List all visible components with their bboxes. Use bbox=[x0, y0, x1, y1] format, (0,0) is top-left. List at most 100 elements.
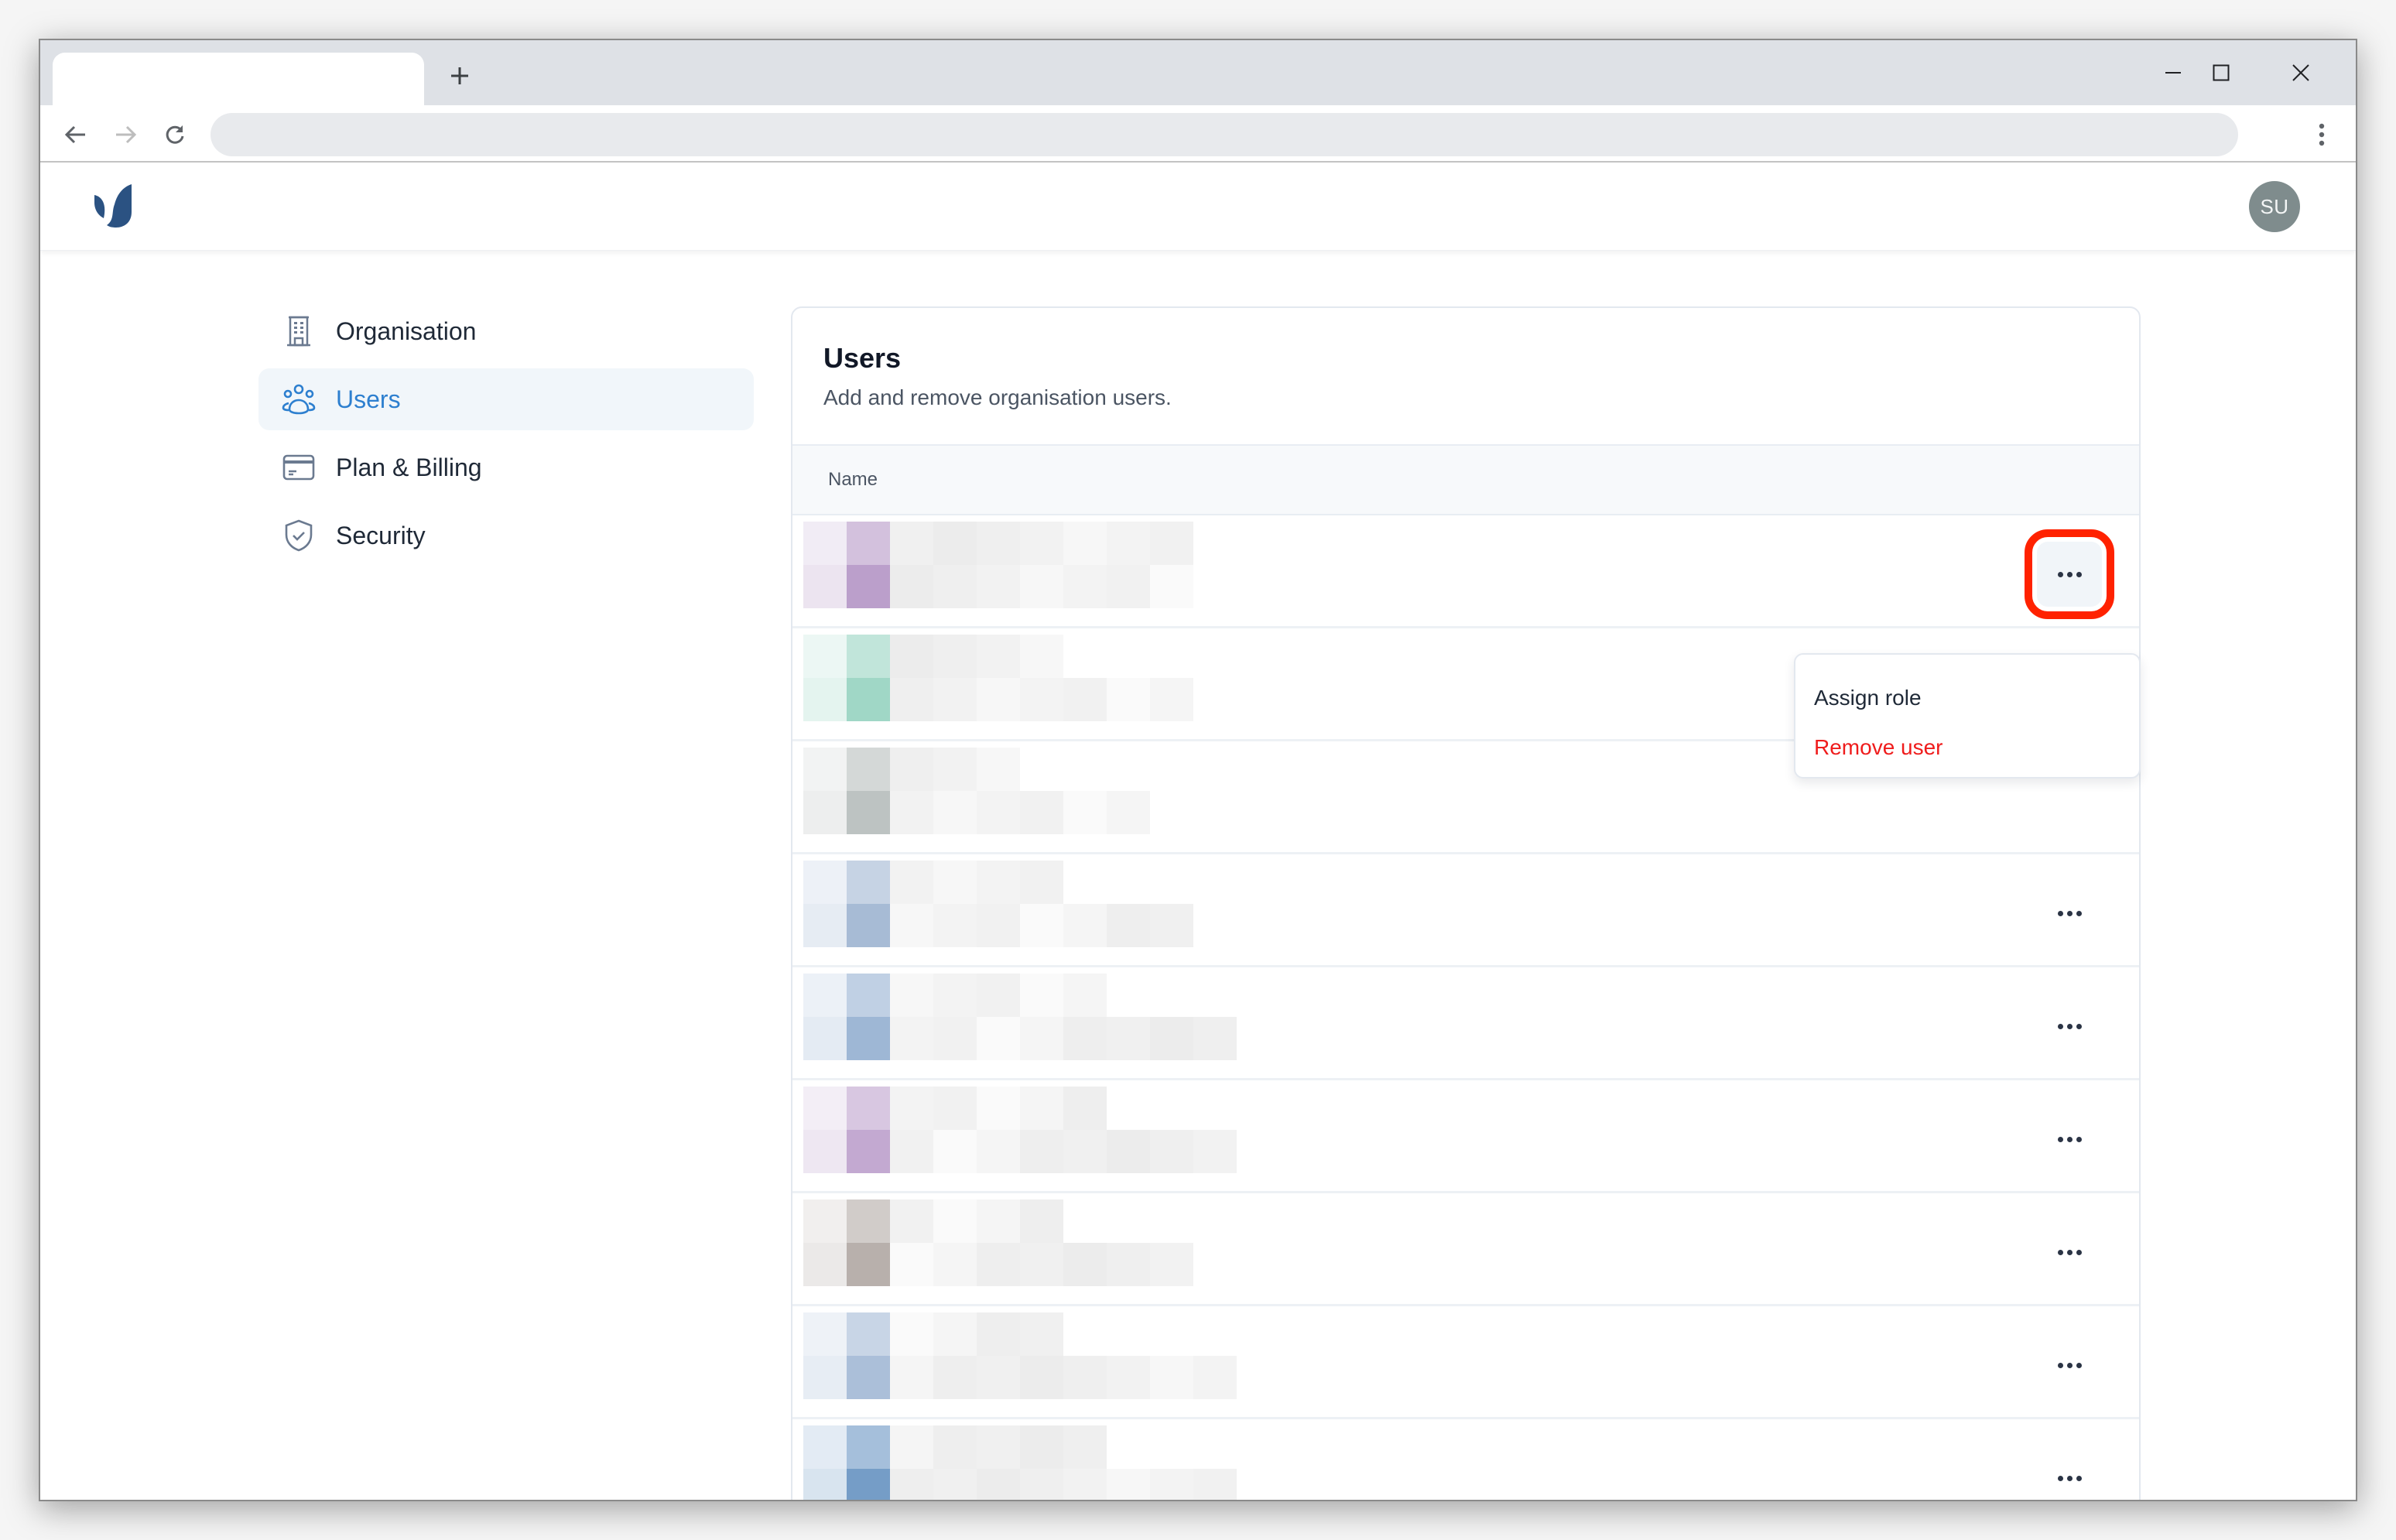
avatar-pixel bbox=[847, 1017, 890, 1060]
avatar-pixel bbox=[847, 1425, 890, 1469]
name-pixel bbox=[933, 1130, 977, 1173]
avatar-pixel bbox=[803, 635, 847, 678]
back-button[interactable] bbox=[57, 116, 94, 153]
avatar-pixel bbox=[803, 1199, 847, 1243]
name-pixel bbox=[933, 1243, 977, 1286]
empty-pixel bbox=[1107, 748, 1150, 791]
name-pixel bbox=[933, 1356, 977, 1399]
reload-button[interactable] bbox=[156, 116, 193, 153]
row-actions-button[interactable] bbox=[2037, 1333, 2102, 1398]
avatar-pixel bbox=[847, 1312, 890, 1356]
dot bbox=[2076, 1136, 2082, 1142]
name-pixel bbox=[1150, 565, 1193, 608]
name-pixel bbox=[890, 1243, 933, 1286]
table-row bbox=[792, 1306, 2139, 1419]
redacted-user-name bbox=[803, 974, 1237, 1060]
name-pixel bbox=[933, 1425, 977, 1469]
row-actions-button[interactable] bbox=[2037, 881, 2102, 946]
row-actions-button[interactable] bbox=[2037, 1220, 2102, 1285]
minimize-icon bbox=[2165, 72, 2181, 74]
avatar-pixel bbox=[803, 1469, 847, 1500]
name-pixel bbox=[933, 791, 977, 834]
sidebar-item-users[interactable]: Users bbox=[258, 368, 754, 430]
avatar-initials: SU bbox=[2260, 194, 2289, 218]
avatar-pixel bbox=[847, 1356, 890, 1399]
maximize-icon bbox=[2213, 64, 2230, 81]
empty-pixel bbox=[1193, 861, 1237, 904]
brand-logo[interactable] bbox=[91, 181, 138, 231]
redacted-user-name bbox=[803, 522, 1237, 608]
avatar-pixel bbox=[847, 1130, 890, 1173]
avatar-pixel bbox=[803, 565, 847, 608]
page-title: Users bbox=[823, 342, 902, 374]
empty-pixel bbox=[1193, 974, 1237, 1017]
arrow-right-icon bbox=[116, 125, 137, 144]
empty-pixel bbox=[1107, 974, 1150, 1017]
name-pixel bbox=[1063, 1130, 1107, 1173]
dot bbox=[2057, 571, 2063, 577]
user-avatar[interactable]: SU bbox=[2249, 181, 2300, 232]
row-actions-button[interactable] bbox=[2037, 994, 2102, 1059]
name-pixel bbox=[1107, 1356, 1150, 1399]
name-pixel bbox=[933, 748, 977, 791]
dot bbox=[2066, 1362, 2073, 1368]
name-pixel bbox=[1063, 1087, 1107, 1130]
new-tab-button[interactable] bbox=[441, 57, 478, 94]
dot bbox=[2057, 1136, 2063, 1142]
name-pixel bbox=[1107, 522, 1150, 565]
row-actions-button-open[interactable] bbox=[2025, 529, 2114, 619]
empty-pixel bbox=[1063, 861, 1107, 904]
dot bbox=[2057, 1362, 2063, 1368]
name-pixel bbox=[890, 1199, 933, 1243]
name-pixel bbox=[890, 522, 933, 565]
name-pixel bbox=[977, 635, 1020, 678]
name-pixel bbox=[1107, 1243, 1150, 1286]
users-card: Users Add and remove organisation users.… bbox=[791, 306, 2141, 1500]
dot bbox=[2066, 1249, 2073, 1255]
name-pixel bbox=[1063, 904, 1107, 947]
browser-menu-button[interactable] bbox=[2303, 116, 2340, 153]
name-pixel bbox=[890, 791, 933, 834]
avatar-pixel bbox=[803, 1017, 847, 1060]
address-bar[interactable] bbox=[211, 113, 2238, 156]
name-pixel bbox=[1150, 1243, 1193, 1286]
name-pixel bbox=[890, 904, 933, 947]
sidebar-item-organisation[interactable]: Organisation bbox=[258, 300, 754, 362]
more-horizontal-icon bbox=[2057, 1023, 2082, 1029]
close-window-button[interactable] bbox=[2274, 40, 2328, 105]
empty-pixel bbox=[1193, 1425, 1237, 1469]
browser-tab-active[interactable] bbox=[53, 53, 424, 105]
name-pixel bbox=[1193, 1356, 1237, 1399]
avatar-pixel bbox=[847, 861, 890, 904]
name-pixel bbox=[1107, 565, 1150, 608]
name-pixel bbox=[890, 1017, 933, 1060]
dot bbox=[2066, 1475, 2073, 1481]
row-actions-button[interactable] bbox=[2037, 1446, 2102, 1500]
menu-item-assign-role[interactable]: Assign role bbox=[1795, 673, 2139, 723]
row-actions-button[interactable] bbox=[2037, 1107, 2102, 1172]
building-icon bbox=[282, 314, 316, 348]
redacted-user-name bbox=[803, 1087, 1237, 1173]
sidebar-item-label: Plan & Billing bbox=[336, 453, 482, 481]
sidebar-item-plan-billing[interactable]: Plan & Billing bbox=[258, 436, 754, 498]
sidebar-item-security[interactable]: Security bbox=[258, 505, 754, 566]
avatar-pixel bbox=[803, 678, 847, 721]
menu-item-remove-user[interactable]: Remove user bbox=[1795, 723, 2139, 772]
name-pixel bbox=[977, 1356, 1020, 1399]
table-row bbox=[792, 1080, 2139, 1193]
sidebar-item-label: Security bbox=[336, 521, 426, 549]
name-pixel bbox=[1020, 1243, 1063, 1286]
name-pixel bbox=[1063, 791, 1107, 834]
maximize-button[interactable] bbox=[2184, 40, 2258, 105]
empty-pixel bbox=[1150, 635, 1193, 678]
redacted-user-name bbox=[803, 748, 1237, 834]
avatar-pixel bbox=[847, 1087, 890, 1130]
column-header-name: Name bbox=[828, 469, 878, 490]
name-pixel bbox=[977, 1469, 1020, 1500]
name-pixel bbox=[1150, 904, 1193, 947]
forward-button[interactable] bbox=[107, 116, 144, 153]
name-pixel bbox=[1020, 1130, 1063, 1173]
users-icon bbox=[282, 382, 316, 416]
more-horizontal-icon bbox=[2057, 910, 2082, 916]
more-horizontal-icon bbox=[2057, 571, 2082, 577]
